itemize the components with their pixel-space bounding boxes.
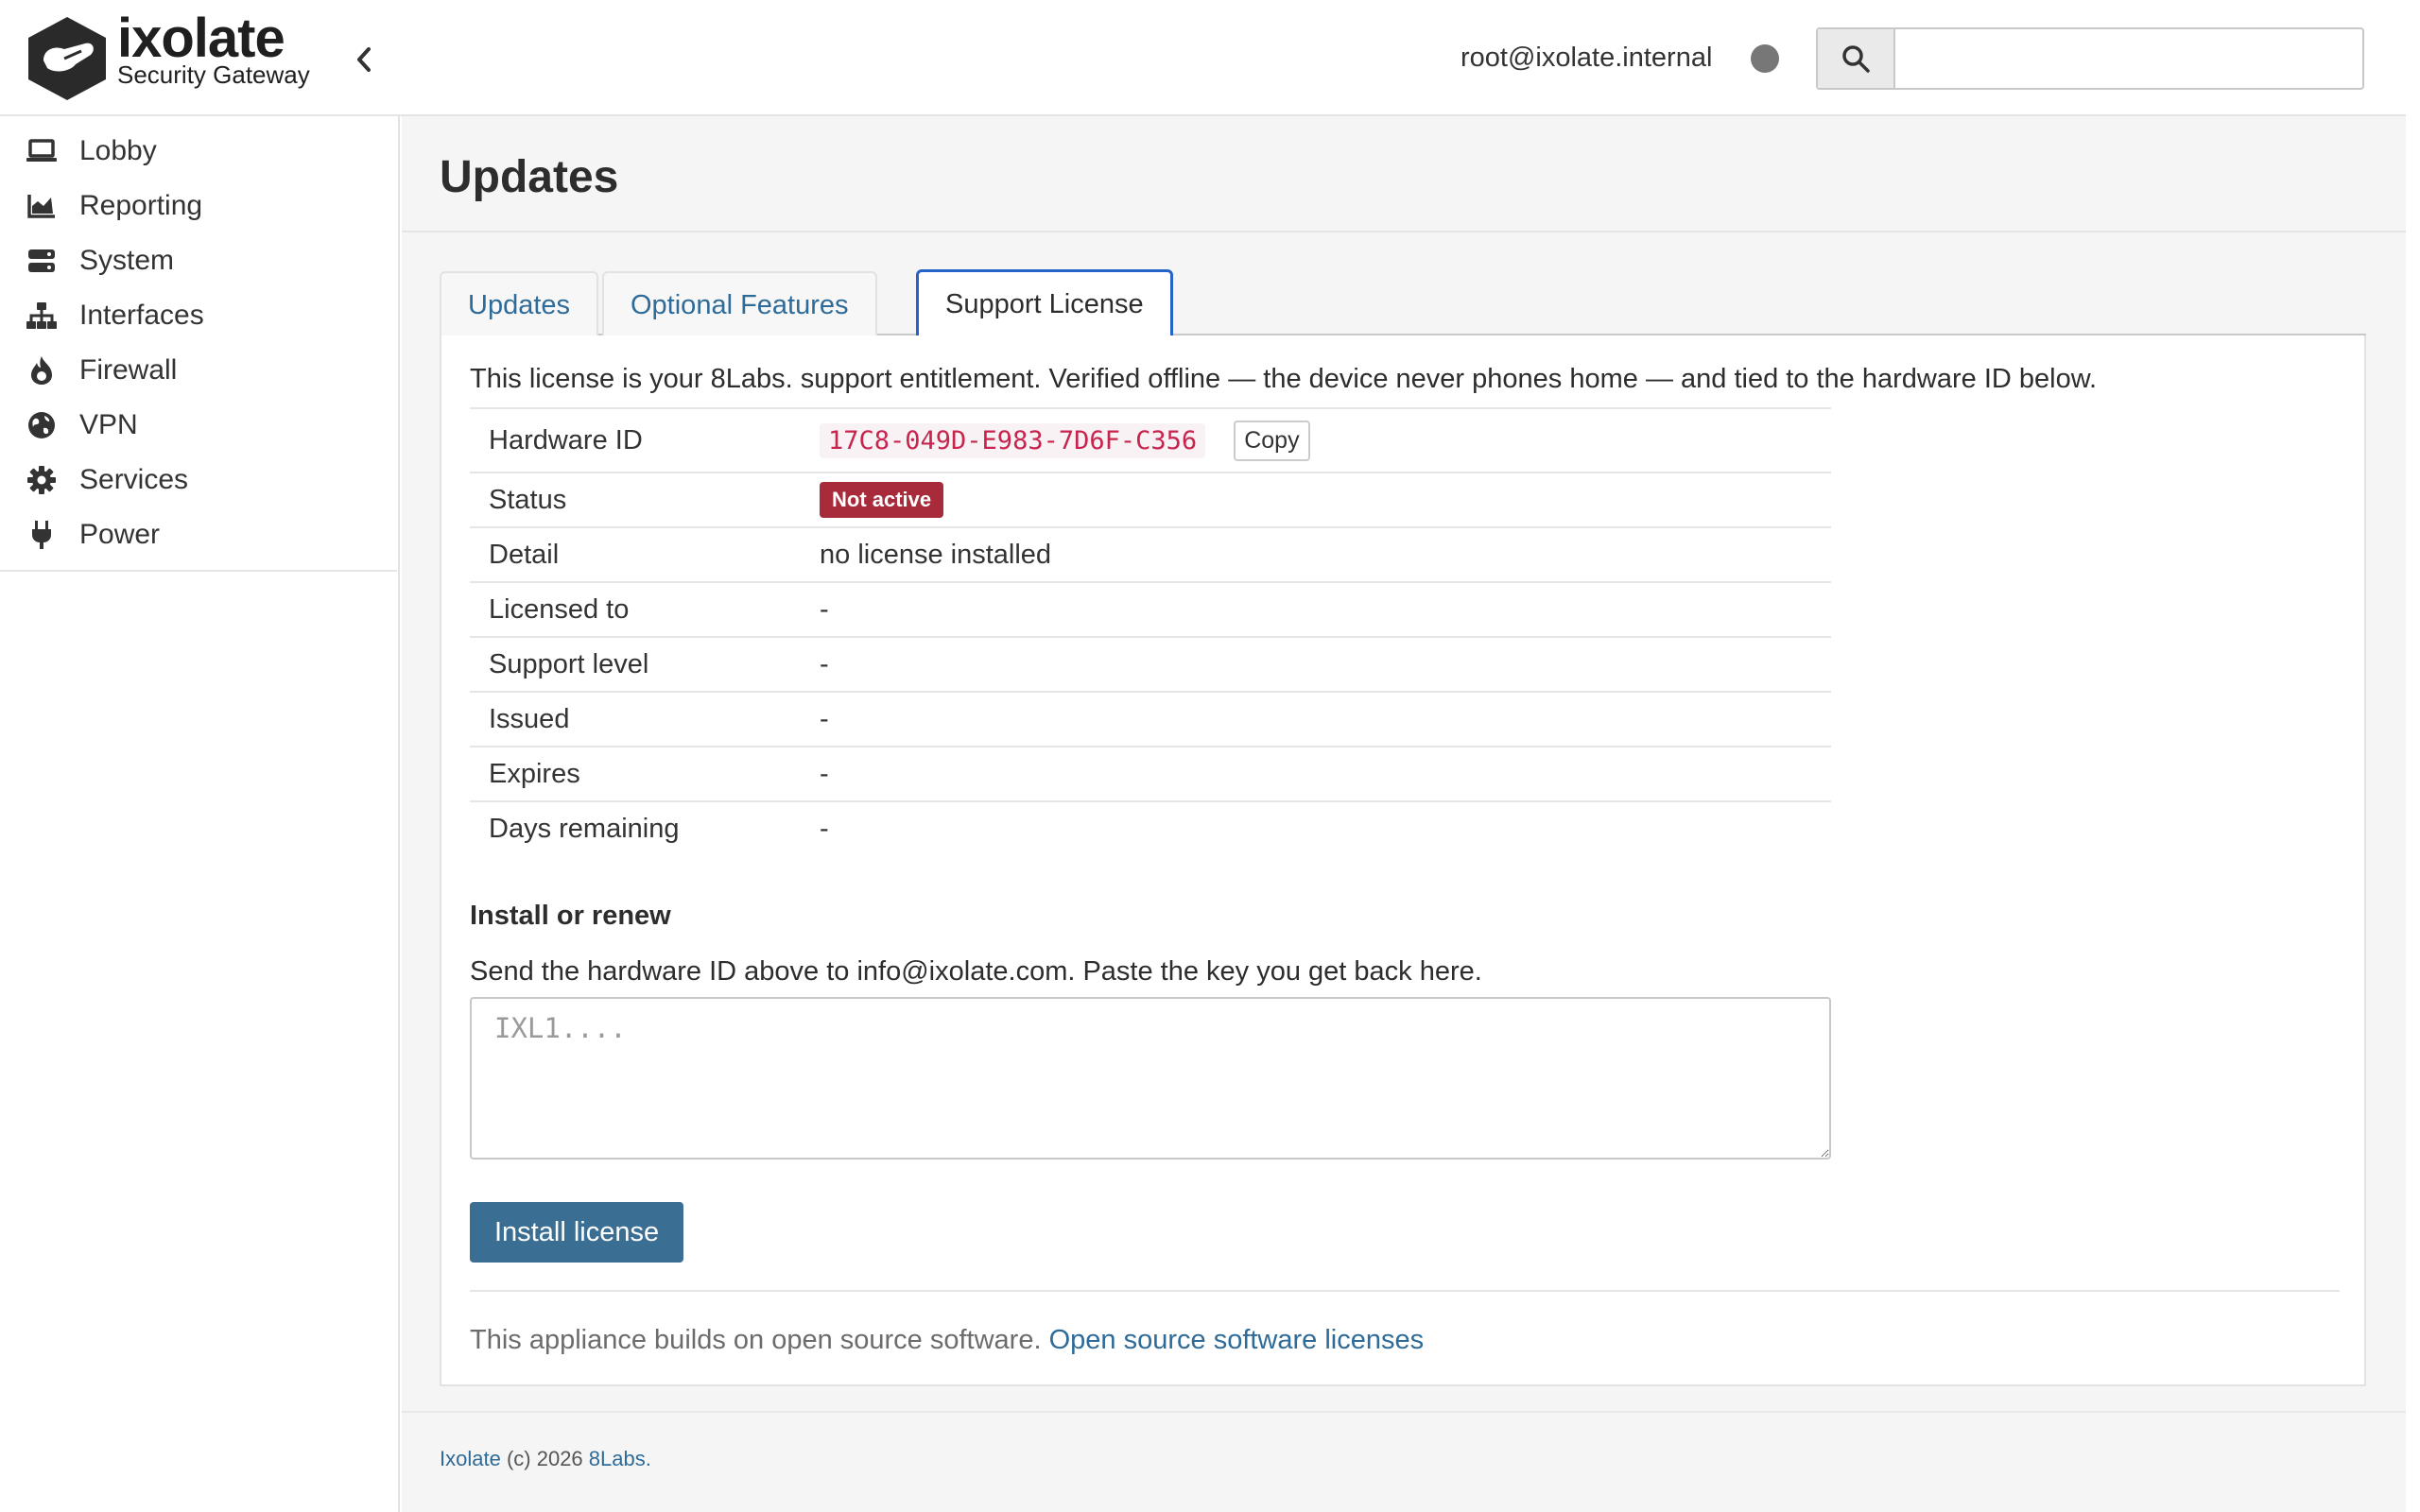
row-value: 17C8-049D-E983-7D6F-C356 Copy xyxy=(820,408,1831,472)
row-label: Issued xyxy=(489,703,570,734)
row-value: - xyxy=(820,814,829,844)
sidebar-item-label: Lobby xyxy=(79,135,157,166)
sidebar-item-label: Power xyxy=(79,519,161,550)
row-value: - xyxy=(820,758,829,789)
sidebar-item-power[interactable]: Power xyxy=(0,507,397,562)
sidebar-item-interfaces[interactable]: Interfaces xyxy=(0,288,397,343)
row-value: no license installed xyxy=(820,539,1052,570)
globe-icon xyxy=(25,408,59,442)
license-key-textarea[interactable] xyxy=(470,997,1831,1160)
search-input[interactable] xyxy=(1895,29,2362,88)
footer-divider xyxy=(402,1411,2406,1413)
page-title: Updates xyxy=(440,152,619,202)
license-intro-text: This license is your 8Labs. support enti… xyxy=(470,364,2098,394)
current-user[interactable]: root@ixolate.internal xyxy=(1461,40,1712,76)
row-label: Status xyxy=(489,484,567,515)
server-icon xyxy=(25,244,59,278)
sidebar-item-lobby[interactable]: Lobby xyxy=(0,124,397,179)
connection-status-dot xyxy=(1751,44,1779,73)
divider xyxy=(470,1290,2340,1292)
row-value: Not active xyxy=(820,472,1831,527)
ixolate-logo-icon xyxy=(28,17,106,100)
search-icon xyxy=(1842,45,1870,73)
tab-updates[interactable]: Updates xyxy=(440,271,599,337)
table-row: Status Not active xyxy=(470,472,1831,527)
hardware-id-value: 17C8-049D-E983-7D6F-C356 xyxy=(820,422,1206,458)
sidebar-item-system[interactable]: System xyxy=(0,233,397,288)
tab-support-license[interactable]: Support License xyxy=(916,269,1173,339)
row-value: - xyxy=(820,648,829,679)
install-license-button[interactable]: Install license xyxy=(470,1202,684,1263)
oss-notice: This appliance builds on open source sof… xyxy=(470,1325,1424,1356)
row-label: Licensed to xyxy=(489,593,630,625)
table-row: Days remaining - xyxy=(470,801,1831,856)
plug-icon xyxy=(25,518,59,552)
row-label: Detail xyxy=(489,539,560,570)
table-row: Detail no license installed xyxy=(470,527,1831,582)
footer: Ixolate (c) 2026 8Labs. xyxy=(440,1447,651,1471)
sidebar-collapse-button[interactable] xyxy=(350,42,378,77)
sidebar-item-label: Interfaces xyxy=(79,300,204,331)
page-title-bar: Updates xyxy=(402,116,2406,232)
sidebar-item-label: Firewall xyxy=(79,354,178,386)
sidebar-item-label: System xyxy=(79,245,175,276)
oss-licenses-link[interactable]: Open source software licenses xyxy=(1049,1325,1425,1355)
brand-subtitle: Security Gateway xyxy=(117,60,310,89)
sidebar-item-label: Reporting xyxy=(79,190,203,221)
tab-optional-features[interactable]: Optional Features xyxy=(602,271,877,337)
gear-icon xyxy=(25,463,59,497)
chevron-left-icon xyxy=(357,47,371,72)
top-header: ixolate Security Gateway root@ixolate.in… xyxy=(0,0,2406,116)
sidebar-item-label: Services xyxy=(79,464,189,495)
footer-copyright: (c) 2026 xyxy=(506,1447,583,1470)
copy-hardware-id-button[interactable]: Copy xyxy=(1234,420,1310,461)
footer-brand-link[interactable]: Ixolate xyxy=(440,1447,501,1470)
row-value: - xyxy=(820,593,829,625)
table-row: Licensed to - xyxy=(470,582,1831,637)
fire-icon xyxy=(25,353,59,387)
area-chart-icon xyxy=(25,189,59,223)
sidebar-item-vpn[interactable]: VPN xyxy=(0,398,397,453)
sidebar-item-firewall[interactable]: Firewall xyxy=(0,343,397,398)
row-label: Expires xyxy=(489,758,580,789)
install-help-text: Send the hardware ID above to info@ixola… xyxy=(470,956,1482,987)
search-box xyxy=(1816,27,2364,90)
table-row: Expires - xyxy=(470,747,1831,801)
license-details-table: Hardware ID 17C8-049D-E983-7D6F-C356 Cop… xyxy=(470,407,1831,856)
table-row: Support level - xyxy=(470,637,1831,692)
row-value: - xyxy=(820,703,829,734)
row-label: Days remaining xyxy=(489,814,680,844)
status-badge: Not active xyxy=(820,482,944,518)
sidebar-item-label: VPN xyxy=(79,409,138,440)
sidebar-item-reporting[interactable]: Reporting xyxy=(0,179,397,233)
table-row: Issued - xyxy=(470,692,1831,747)
row-label: Hardware ID xyxy=(489,424,643,455)
search-button[interactable] xyxy=(1818,29,1895,88)
sidebar: Lobby Reporting System Interfaces Firewa… xyxy=(0,116,400,1512)
tab-bar: Updates Optional Features Support Licens… xyxy=(440,260,2366,339)
network-icon xyxy=(25,299,59,333)
oss-text: This appliance builds on open source sof… xyxy=(470,1325,1042,1355)
row-label: Support level xyxy=(489,648,649,679)
install-section-title: Install or renew xyxy=(470,901,671,931)
support-license-panel: This license is your 8Labs. support enti… xyxy=(440,335,2366,1386)
sidebar-item-services[interactable]: Services xyxy=(0,453,397,507)
table-row: Hardware ID 17C8-049D-E983-7D6F-C356 Cop… xyxy=(470,408,1831,472)
main-content: Updates Updates Optional Features Suppor… xyxy=(402,116,2406,1512)
footer-company-link[interactable]: 8Labs. xyxy=(589,1447,651,1470)
laptop-icon xyxy=(25,134,59,168)
sidebar-nav: Lobby Reporting System Interfaces Firewa… xyxy=(0,116,397,572)
